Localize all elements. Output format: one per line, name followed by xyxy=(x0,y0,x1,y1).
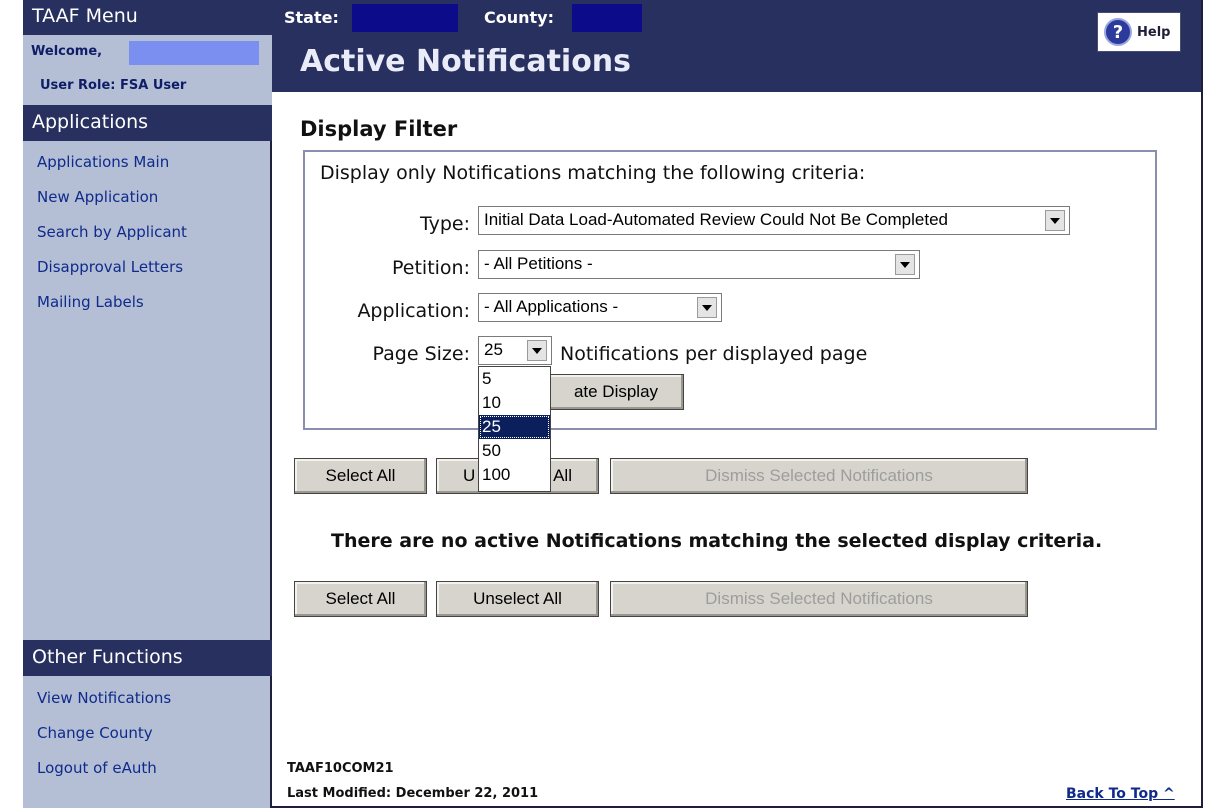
sidebar-item-mailing-labels[interactable]: Mailing Labels xyxy=(37,292,187,327)
select-all-button[interactable]: Select All xyxy=(294,458,427,494)
application-select-value: - All Applications - xyxy=(484,297,619,316)
page-size-select-value: 25 xyxy=(484,340,503,359)
help-label: Help xyxy=(1137,24,1171,40)
type-select[interactable]: Initial Data Load-Automated Review Could… xyxy=(478,206,1070,235)
help-button[interactable]: ? Help xyxy=(1097,12,1181,52)
update-display-button[interactable]: ate Display xyxy=(548,374,684,410)
chevron-down-icon[interactable] xyxy=(527,340,547,361)
other-functions-heading: Other Functions xyxy=(23,640,272,676)
type-select-value: Initial Data Load-Automated Review Could… xyxy=(484,210,948,229)
page-id: TAAF10COM21 xyxy=(287,761,394,776)
welcome-panel: Welcome, User Role: FSA User xyxy=(23,35,272,105)
unselect-all-button-bottom[interactable]: Unselect All xyxy=(436,581,599,617)
petition-select[interactable]: - All Petitions - xyxy=(478,250,920,279)
select-all-label: Select All xyxy=(325,466,396,485)
update-display-label: ate Display xyxy=(573,382,659,401)
welcome-label: Welcome, xyxy=(31,44,103,59)
dismiss-selected-label: Dismiss Selected Notifications xyxy=(705,466,933,485)
page-size-option-5[interactable]: 5 xyxy=(479,367,550,391)
chevron-down-icon[interactable] xyxy=(895,254,915,275)
page-size-option-50[interactable]: 50 xyxy=(479,439,550,463)
state-label: State: xyxy=(284,8,339,27)
page-title: Active Notifications xyxy=(300,44,632,79)
sidebar-item-view-notifications[interactable]: View Notifications xyxy=(37,688,171,723)
select-all-label: Select All xyxy=(325,589,396,608)
sidebar-item-search-by-applicant[interactable]: Search by Applicant xyxy=(37,222,187,257)
header-bar: State: County: Active Notifications ? He… xyxy=(272,0,1201,92)
display-filter-box xyxy=(303,150,1157,430)
petition-select-value: - All Petitions - xyxy=(484,254,593,273)
page-size-option-100[interactable]: 100 xyxy=(479,463,550,487)
sidebar-item-applications-main[interactable]: Applications Main xyxy=(37,152,187,187)
user-role: User Role: FSA User xyxy=(40,78,187,93)
redacted-username xyxy=(129,41,259,65)
type-label: Type: xyxy=(419,213,470,235)
no-notifications-message: There are no active Notifications matchi… xyxy=(331,530,1103,552)
sidebar-item-disapproval-letters[interactable]: Disapproval Letters xyxy=(37,257,187,292)
dismiss-selected-button[interactable]: Dismiss Selected Notifications xyxy=(610,458,1028,494)
chevron-down-icon[interactable] xyxy=(1045,210,1065,231)
criteria-text: Display only Notifications matching the … xyxy=(320,162,866,184)
unselect-all-label-left: U xyxy=(463,466,476,485)
page-size-option-10[interactable]: 10 xyxy=(479,391,550,415)
redacted-state xyxy=(352,4,458,32)
chevron-down-icon[interactable] xyxy=(697,297,717,318)
petition-label: Petition: xyxy=(392,257,470,279)
application-label: Application: xyxy=(357,300,470,322)
dismiss-selected-label: Dismiss Selected Notifications xyxy=(705,589,933,608)
help-icon: ? xyxy=(1104,18,1132,46)
page-size-dropdown-list[interactable]: 5 10 25 50 100 xyxy=(478,366,551,492)
page-size-suffix: Notifications per displayed page xyxy=(560,343,868,365)
county-label: County: xyxy=(484,8,554,27)
sidebar: TAAF Menu Welcome, User Role: FSA User A… xyxy=(23,0,272,808)
page-size-label: Page Size: xyxy=(372,343,470,365)
page-size-option-25[interactable]: 25 xyxy=(479,415,550,439)
back-to-top-link[interactable]: Back To Top ^ xyxy=(1066,786,1175,802)
unselect-all-label-right: All xyxy=(553,466,572,485)
unselect-all-label: Unselect All xyxy=(473,589,562,608)
display-filter-title: Display Filter xyxy=(300,117,458,141)
select-all-button-bottom[interactable]: Select All xyxy=(294,581,427,617)
applications-nav: Applications Main New Application Search… xyxy=(37,152,187,327)
applications-heading: Applications xyxy=(23,105,272,141)
menu-title: TAAF Menu xyxy=(23,0,272,35)
application-select[interactable]: - All Applications - xyxy=(478,293,722,322)
page-size-select[interactable]: 25 xyxy=(478,336,552,365)
dismiss-selected-button-bottom[interactable]: Dismiss Selected Notifications xyxy=(610,581,1028,617)
last-modified: Last Modified: December 22, 2011 xyxy=(287,786,539,801)
other-functions-nav: View Notifications Change County Logout … xyxy=(37,688,171,793)
redacted-county xyxy=(572,4,642,32)
sidebar-item-logout[interactable]: Logout of eAuth xyxy=(37,758,171,793)
sidebar-item-change-county[interactable]: Change County xyxy=(37,723,171,758)
sidebar-item-new-application[interactable]: New Application xyxy=(37,187,187,222)
